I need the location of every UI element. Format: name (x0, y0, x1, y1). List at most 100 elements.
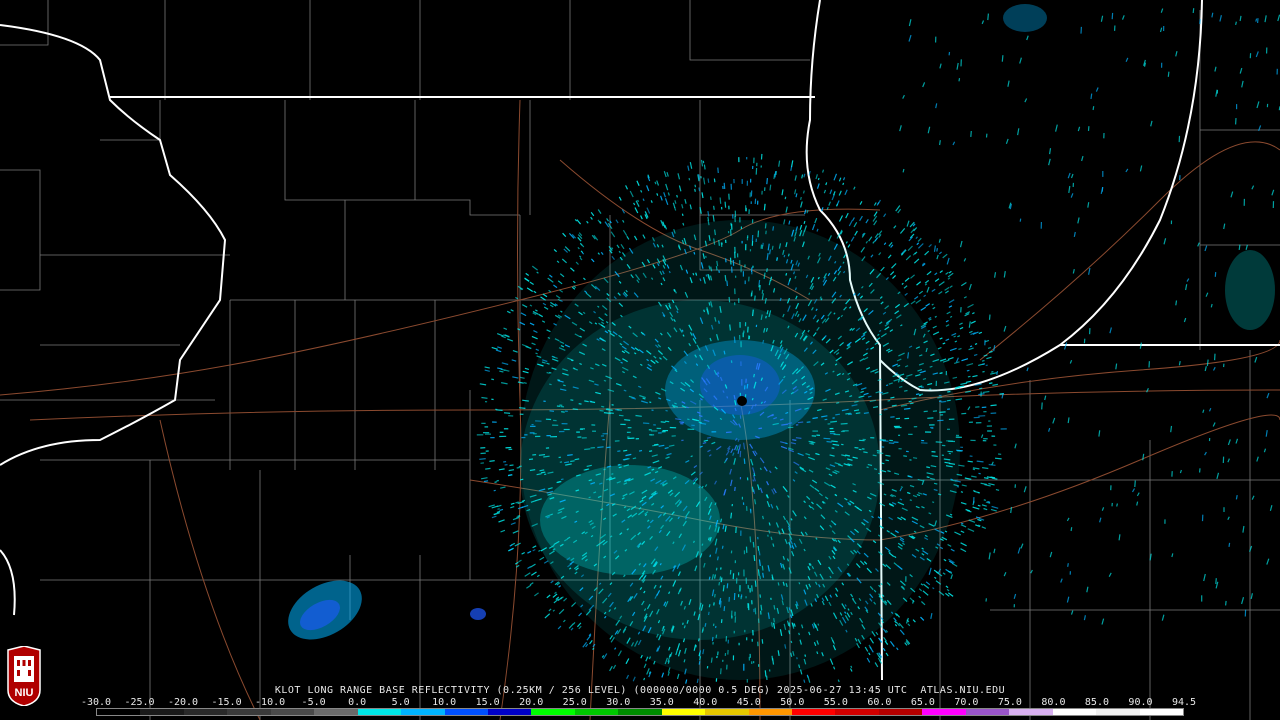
echo-speckle (578, 403, 582, 405)
echo-speckle (606, 446, 611, 449)
echo-speckle (1204, 451, 1207, 456)
echo-speckle (665, 409, 668, 412)
colorbar-label: 55.0 (823, 697, 848, 708)
echo-speckle (947, 390, 951, 393)
echo-speckle (1131, 488, 1136, 493)
echo-speckle (1136, 492, 1140, 497)
echo-speckle (610, 636, 615, 643)
echo-speckle (902, 168, 905, 173)
echo-speckle (570, 460, 575, 463)
echo-speckle (885, 459, 890, 462)
echo-speckle (695, 644, 697, 648)
echo-speckle (547, 277, 554, 283)
colorbar-swatch (1096, 709, 1140, 715)
echo-speckle (631, 396, 635, 399)
echo-speckle (960, 548, 967, 553)
echo-speckle (1070, 610, 1074, 615)
echo-speckle (699, 278, 702, 282)
colorbar-label: 70.0 (954, 697, 979, 708)
echo-speckle (1003, 325, 1007, 332)
echo-speckle (512, 376, 519, 379)
echo-speckle (945, 319, 949, 323)
colorbar-swatch (835, 709, 879, 715)
echo-speckle (840, 422, 848, 425)
echo-speckle (977, 504, 981, 507)
echo-speckle (773, 618, 775, 623)
colorbar-label: 65.0 (910, 697, 935, 708)
echo-speckle (833, 666, 836, 670)
echo-speckle (1095, 87, 1099, 92)
echo-speckle (1204, 366, 1207, 372)
echo-speckle (640, 215, 643, 220)
echo-speckle (881, 462, 885, 465)
echo-speckle (903, 407, 911, 410)
echo-speckle (504, 334, 510, 338)
echo-speckle (601, 405, 605, 408)
echo-speckle (491, 378, 495, 381)
echo-speckle (618, 414, 624, 417)
echo-speckle (981, 359, 985, 362)
echo-speckle (855, 412, 861, 415)
echo-speckle (526, 287, 534, 293)
echo-speckle (746, 383, 749, 389)
echo-speckle (970, 130, 972, 137)
echo-speckle (773, 604, 776, 610)
colorbar-swatch (97, 709, 141, 715)
echo-speckle (874, 662, 879, 668)
echo-speckle (518, 559, 522, 563)
echo-speckle (543, 306, 549, 310)
echo-speckle (584, 448, 591, 451)
echo-speckle (1167, 71, 1170, 77)
colorbar-label: 35.0 (649, 697, 674, 708)
echo-speckle (932, 331, 940, 336)
echo-speckle (864, 646, 869, 652)
echo-speckle (535, 309, 538, 312)
echo-speckle (525, 272, 530, 276)
colorbar-swatch (1052, 709, 1097, 715)
echo-speckle (876, 201, 880, 205)
echo-speckle (521, 551, 525, 555)
echo-speckle (960, 542, 967, 547)
echo-speckle (667, 192, 670, 196)
echo-speckle (766, 178, 768, 185)
echo-speckle (773, 173, 776, 180)
echo-speckle (1026, 367, 1029, 372)
echo-speckle (974, 343, 978, 345)
echo-speckle (992, 477, 998, 480)
echo-speckle (960, 491, 964, 493)
echo-speckle (559, 273, 565, 278)
echo-speckle (717, 371, 720, 375)
echo-speckle (938, 291, 943, 295)
echo-speckle (973, 490, 980, 494)
echo-speckle (516, 466, 520, 469)
echo-speckle (800, 201, 803, 208)
echo-speckle (519, 407, 526, 409)
echo-speckle (1024, 98, 1028, 103)
colorbar-swatch (792, 709, 836, 715)
echo-speckle (661, 672, 665, 678)
product-caption: KLOT LONG RANGE BASE REFLECTIVITY (0.25K… (274, 685, 1006, 696)
colorbar-swatch (270, 709, 315, 715)
echo-speckle (869, 646, 874, 653)
echo-speckle (885, 454, 891, 457)
echo-speckle (1269, 505, 1273, 511)
echo-speckle (873, 220, 878, 226)
echo-speckle (519, 478, 524, 481)
echo-speckle (983, 507, 988, 511)
echo-speckle (1072, 268, 1075, 274)
echo-speckle (783, 219, 786, 225)
colorbar-swatch (922, 709, 966, 715)
echo-speckle (699, 656, 702, 661)
echo-speckle (533, 290, 537, 294)
echo-speckle (933, 569, 940, 574)
echo-speckle (865, 240, 868, 244)
echo-speckle (543, 455, 550, 458)
echo-speckle (1227, 516, 1230, 521)
echo-speckle (954, 340, 958, 343)
echo-speckle (883, 493, 887, 496)
echo-speckle (509, 544, 513, 547)
echo-speckle (938, 281, 945, 286)
echo-speckle (1100, 15, 1104, 22)
echo-speckle (707, 210, 710, 217)
echo-speckle (968, 519, 976, 523)
